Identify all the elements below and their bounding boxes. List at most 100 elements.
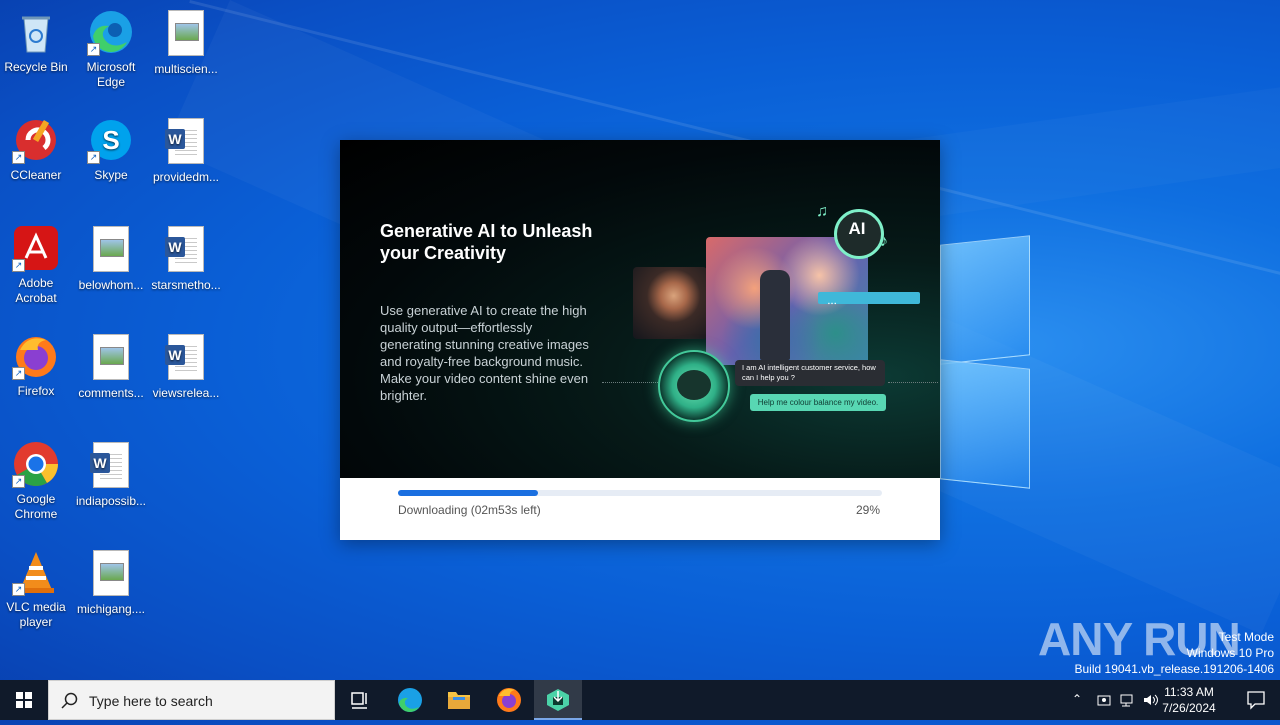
desktop-file-indiapossib[interactable]: W indiapossib... bbox=[75, 440, 147, 509]
desktop-icon-label: VLC media player bbox=[6, 600, 66, 629]
taskbar-firefox-button[interactable] bbox=[485, 680, 533, 720]
windows-start-icon bbox=[16, 692, 32, 708]
shortcut-arrow-icon: ↗ bbox=[12, 475, 25, 488]
search-placeholder: Type here to search bbox=[89, 693, 213, 709]
vlc-icon: ↗ bbox=[12, 548, 60, 596]
skype-icon: S ↗ bbox=[87, 116, 135, 164]
music-note-icon: ♪ bbox=[880, 233, 888, 250]
network-icon[interactable] bbox=[1120, 692, 1136, 708]
desktop-icon-microsoft-edge[interactable]: ↗ Microsoft Edge bbox=[75, 8, 147, 90]
notification-center-button[interactable] bbox=[1232, 680, 1280, 720]
taskbar: Type here to search ⌃ 11:33 AM 7/26/2024 bbox=[0, 680, 1280, 720]
desktop-icon-skype[interactable]: S ↗ Skype bbox=[75, 116, 147, 183]
desktop-icon-label: comments... bbox=[78, 386, 144, 400]
shortcut-arrow-icon: ↗ bbox=[87, 43, 100, 56]
device-icon[interactable] bbox=[1096, 692, 1112, 708]
shortcut-arrow-icon: ↗ bbox=[87, 151, 100, 164]
task-view-icon bbox=[351, 692, 367, 709]
start-button[interactable] bbox=[0, 680, 48, 720]
watermark-line: Test Mode bbox=[1218, 630, 1274, 644]
download-progress-fill bbox=[398, 490, 539, 496]
taskbar-edge-button[interactable] bbox=[386, 680, 434, 720]
download-status-label: Downloading (02m53s left) bbox=[398, 503, 541, 517]
desktop-file-comments[interactable]: comments... bbox=[75, 332, 147, 401]
promo-artist-figure bbox=[760, 270, 790, 360]
image-file-icon bbox=[162, 10, 210, 58]
watermark-line: Windows 10 Pro bbox=[1186, 646, 1274, 660]
desktop-icon-label: Firefox bbox=[17, 384, 55, 398]
download-percent-label: 29% bbox=[855, 503, 880, 517]
ai-headphones-icon: AI ♫ ♪ bbox=[816, 203, 892, 259]
desktop-icon-recycle-bin[interactable]: Recycle Bin bbox=[0, 8, 72, 75]
desktop-icon-label: Microsoft Edge bbox=[86, 60, 136, 89]
chevron-up-icon[interactable]: ⌃ bbox=[1072, 692, 1082, 706]
taskbar-installer-button[interactable] bbox=[534, 680, 582, 720]
promo-portrait-image bbox=[633, 267, 707, 339]
chrome-icon: ↗ bbox=[12, 440, 60, 488]
download-progress-bar bbox=[398, 490, 882, 496]
decorative-dotted-line bbox=[888, 382, 938, 384]
desktop-icon-vlc[interactable]: ↗ VLC media player bbox=[0, 548, 72, 630]
word-doc-icon: W bbox=[162, 334, 210, 382]
ccleaner-icon: ↗ bbox=[12, 116, 60, 164]
promo-description: Use generative AI to create the high qua… bbox=[380, 303, 589, 403]
image-file-icon bbox=[87, 226, 135, 274]
notification-icon bbox=[1247, 691, 1265, 710]
installer-app-icon bbox=[547, 689, 569, 711]
desktop-icon-label: Google Chrome bbox=[14, 492, 58, 521]
word-doc-icon: W bbox=[87, 442, 135, 490]
promo-ui-bar: ▪ ▪ ▪ bbox=[818, 292, 920, 307]
windows-test-mode-watermark: Test Mode Windows 10 Pro Build 19041.vb_… bbox=[1075, 629, 1275, 677]
desktop-icon-label: Recycle Bin bbox=[4, 60, 68, 74]
shortcut-arrow-icon: ↗ bbox=[12, 367, 25, 380]
edge-icon bbox=[398, 688, 422, 712]
desktop-icon-label: Adobe Acrobat bbox=[15, 276, 57, 305]
desktop-file-multiscien[interactable]: multiscien... bbox=[150, 8, 222, 77]
taskbar-clock[interactable]: 11:33 AM 7/26/2024 bbox=[1154, 684, 1224, 716]
desktop-icon-adobe-acrobat[interactable]: ↗ Adobe Acrobat bbox=[0, 224, 72, 306]
desktop-icon-label: CCleaner bbox=[10, 168, 62, 182]
svg-text:S: S bbox=[102, 125, 119, 155]
ai-chat-prompt: Help me colour balance my video. bbox=[750, 394, 886, 411]
desktop-file-michigang[interactable]: michigang.... bbox=[75, 548, 147, 617]
word-doc-icon: W bbox=[162, 226, 210, 274]
wallpaper-windows-logo bbox=[930, 230, 1040, 490]
desktop-icon-firefox[interactable]: ↗ Firefox bbox=[0, 332, 72, 399]
shortcut-arrow-icon: ↗ bbox=[12, 259, 25, 272]
desktop-icon-label: Skype bbox=[94, 168, 128, 182]
desktop-file-starsmetho[interactable]: W starsmetho... bbox=[150, 224, 222, 293]
search-icon bbox=[61, 692, 78, 709]
clock-time: 11:33 AM bbox=[1164, 685, 1214, 699]
taskbar-file-explorer-button[interactable] bbox=[435, 680, 483, 720]
decorative-dotted-line bbox=[602, 382, 662, 384]
desktop-icon-label: providedm... bbox=[152, 170, 220, 184]
file-explorer-icon bbox=[448, 692, 470, 709]
task-view-button[interactable] bbox=[336, 680, 384, 720]
edge-icon: ↗ bbox=[87, 8, 135, 56]
taskbar-search-box[interactable]: Type here to search bbox=[48, 680, 335, 720]
desktop-icon-ccleaner[interactable]: ↗ CCleaner bbox=[0, 116, 72, 183]
clock-date: 7/26/2024 bbox=[1162, 701, 1216, 715]
firefox-icon: ↗ bbox=[12, 332, 60, 380]
firefox-icon bbox=[497, 688, 521, 712]
installer-window: Generative AI to Unleash your Creativity… bbox=[340, 140, 940, 540]
desktop-file-viewsrelea[interactable]: W viewsrelea... bbox=[150, 332, 222, 401]
promo-headline: Generative AI to Unleash your Creativity bbox=[380, 221, 593, 263]
word-doc-icon: W bbox=[162, 118, 210, 166]
system-tray: ⌃ bbox=[1068, 680, 1168, 720]
image-file-icon bbox=[87, 334, 135, 382]
desktop-file-belowhom[interactable]: belowhom... bbox=[75, 224, 147, 293]
ai-orb-icon bbox=[658, 350, 730, 422]
desktop-icon-label: viewsrelea... bbox=[152, 386, 220, 400]
desktop-icon-label: indiapossib... bbox=[75, 494, 147, 508]
desktop-icon-label: starsmetho... bbox=[151, 278, 221, 292]
image-file-icon bbox=[87, 550, 135, 598]
music-note-icon: ♫ bbox=[816, 203, 828, 220]
desktop-icon-google-chrome[interactable]: ↗ Google Chrome bbox=[0, 440, 72, 522]
shortcut-arrow-icon: ↗ bbox=[12, 151, 25, 164]
desktop-file-providedm[interactable]: W providedm... bbox=[150, 116, 222, 185]
acrobat-icon: ↗ bbox=[12, 224, 60, 272]
shortcut-arrow-icon: ↗ bbox=[12, 583, 25, 596]
recycle-bin-icon bbox=[12, 8, 60, 56]
desktop-icon-label: michigang.... bbox=[76, 602, 146, 616]
